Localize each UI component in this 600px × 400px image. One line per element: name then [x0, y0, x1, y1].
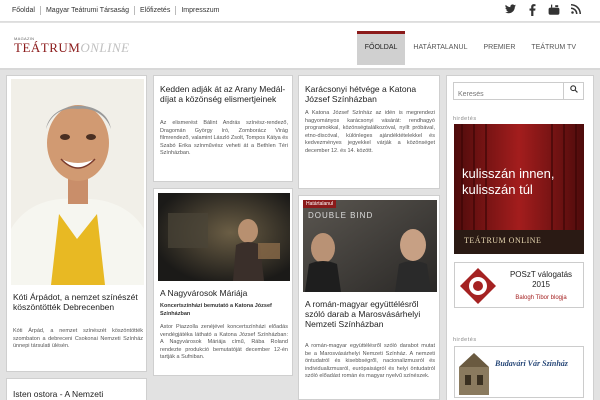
banner-logo: TEÁTRUM ONLINE	[464, 236, 542, 245]
article-body-roman: A román-magyar együttélésről szóló darab…	[305, 343, 435, 379]
article-card-roman[interactable]: Határtalanul DOUBLE BIND A román-magyar …	[298, 195, 440, 400]
article-title-karacsony[interactable]: Karácsonyi hétvége a Katona József Szính…	[305, 84, 435, 104]
article-body-koti: Kóti Árpád, a nemzet színészét köszöntöt…	[13, 328, 143, 349]
ad-label: hirdetés	[453, 116, 477, 122]
facebook-icon[interactable]	[526, 4, 538, 20]
youtube-icon[interactable]	[548, 4, 560, 20]
top-bar: Főoldal Magyar Teátrumi Társaság Előfize…	[0, 0, 600, 22]
article-image-koti[interactable]	[11, 79, 144, 285]
article-title-isten[interactable]: Isten ostora - A Nemzeti	[13, 389, 143, 399]
top-nav: Főoldal Magyar Teátrumi Társaság Előfize…	[12, 6, 224, 15]
site-logo[interactable]: MAGAZIN TEÁTRUMONLINE	[14, 36, 130, 55]
article-card-koti[interactable]: Kóti Árpádot, a nemzet színészét köszönt…	[6, 75, 147, 372]
article-subtitle-maria: Koncertszínházi bemutató a Katona József…	[160, 303, 272, 317]
image-title-roman: DOUBLE BIND	[308, 211, 374, 220]
article-title-arany[interactable]: Kedden adják át az Arany Medál-díjat a k…	[160, 84, 288, 104]
site-header: MAGAZIN TEÁTRUMONLINE FŐOLDAL HATÁRTALAN…	[0, 23, 600, 70]
poszt-title: POSzT válogatás 2015	[509, 270, 573, 289]
article-body-arany: Az elismerést Bálint András színész-rend…	[160, 120, 288, 156]
poszt-sub: Balogh Tibor blogja	[515, 295, 567, 301]
social-links	[504, 4, 582, 20]
top-link-subscribe[interactable]: Előfizetés	[135, 6, 177, 15]
top-link-society[interactable]: Magyar Teátrumi Társaság	[41, 6, 135, 15]
article-title-maria[interactable]: A Nagyvárosok Máriája	[160, 288, 288, 298]
search-icon[interactable]	[563, 83, 583, 99]
ad-banner-kulissza[interactable]: kulisszán innen, kulisszán túl TEÁTRUM O…	[454, 124, 584, 254]
ad-banner-poszt[interactable]: POSzT válogatás 2015 Balogh Tibor blogja	[454, 262, 584, 308]
main-nav: FŐOLDAL HATÁRTALANUL PREMIER TEÁTRUM TV	[356, 31, 584, 65]
nav-item-home[interactable]: FŐOLDAL	[356, 31, 406, 65]
article-title-koti[interactable]: Kóti Árpádot, a nemzet színészét köszönt…	[13, 292, 143, 312]
search-box	[453, 82, 584, 103]
rss-icon[interactable]	[570, 4, 582, 20]
twitter-icon[interactable]	[504, 4, 516, 20]
nav-item-tv[interactable]: TEÁTRUM TV	[523, 31, 584, 65]
top-link-impressum[interactable]: Impresszum	[176, 6, 224, 15]
nav-item-premiere[interactable]: PREMIER	[475, 31, 523, 65]
article-title-roman[interactable]: A román-magyar együttélésről szóló darab…	[305, 299, 435, 329]
article-card-karacsony[interactable]: Karácsonyi hétvége a Katona József Szính…	[298, 75, 440, 189]
ad-label-2: hirdetés	[453, 337, 477, 343]
article-card-isten[interactable]: Isten ostora - A Nemzeti	[6, 378, 147, 400]
nav-item-borderless[interactable]: HATÁRTALANUL	[405, 31, 475, 65]
article-image-maria[interactable]	[158, 193, 290, 281]
budavari-text: Budavári Vár Színház	[495, 359, 568, 368]
ad-banner-budavari[interactable]: Budavári Vár Színház	[454, 346, 584, 398]
article-body-karacsony: A Katona József Színház az idén is megre…	[305, 110, 435, 154]
article-card-maria[interactable]: A Nagyvárosok Máriája Koncertszínházi be…	[153, 188, 293, 376]
category-tag[interactable]: Határtalanul	[303, 200, 336, 208]
article-card-arany[interactable]: Kedden adják át az Arany Medál-díjat a k…	[153, 75, 293, 182]
banner-text: kulisszán innen, kulisszán túl	[462, 166, 555, 197]
article-image-roman[interactable]: Határtalanul DOUBLE BIND	[303, 200, 437, 292]
search-input[interactable]	[454, 86, 562, 103]
article-body-maria: Astor Piazzolla zenéjével koncertszínház…	[160, 324, 288, 360]
top-link-home[interactable]: Főoldal	[12, 6, 41, 15]
